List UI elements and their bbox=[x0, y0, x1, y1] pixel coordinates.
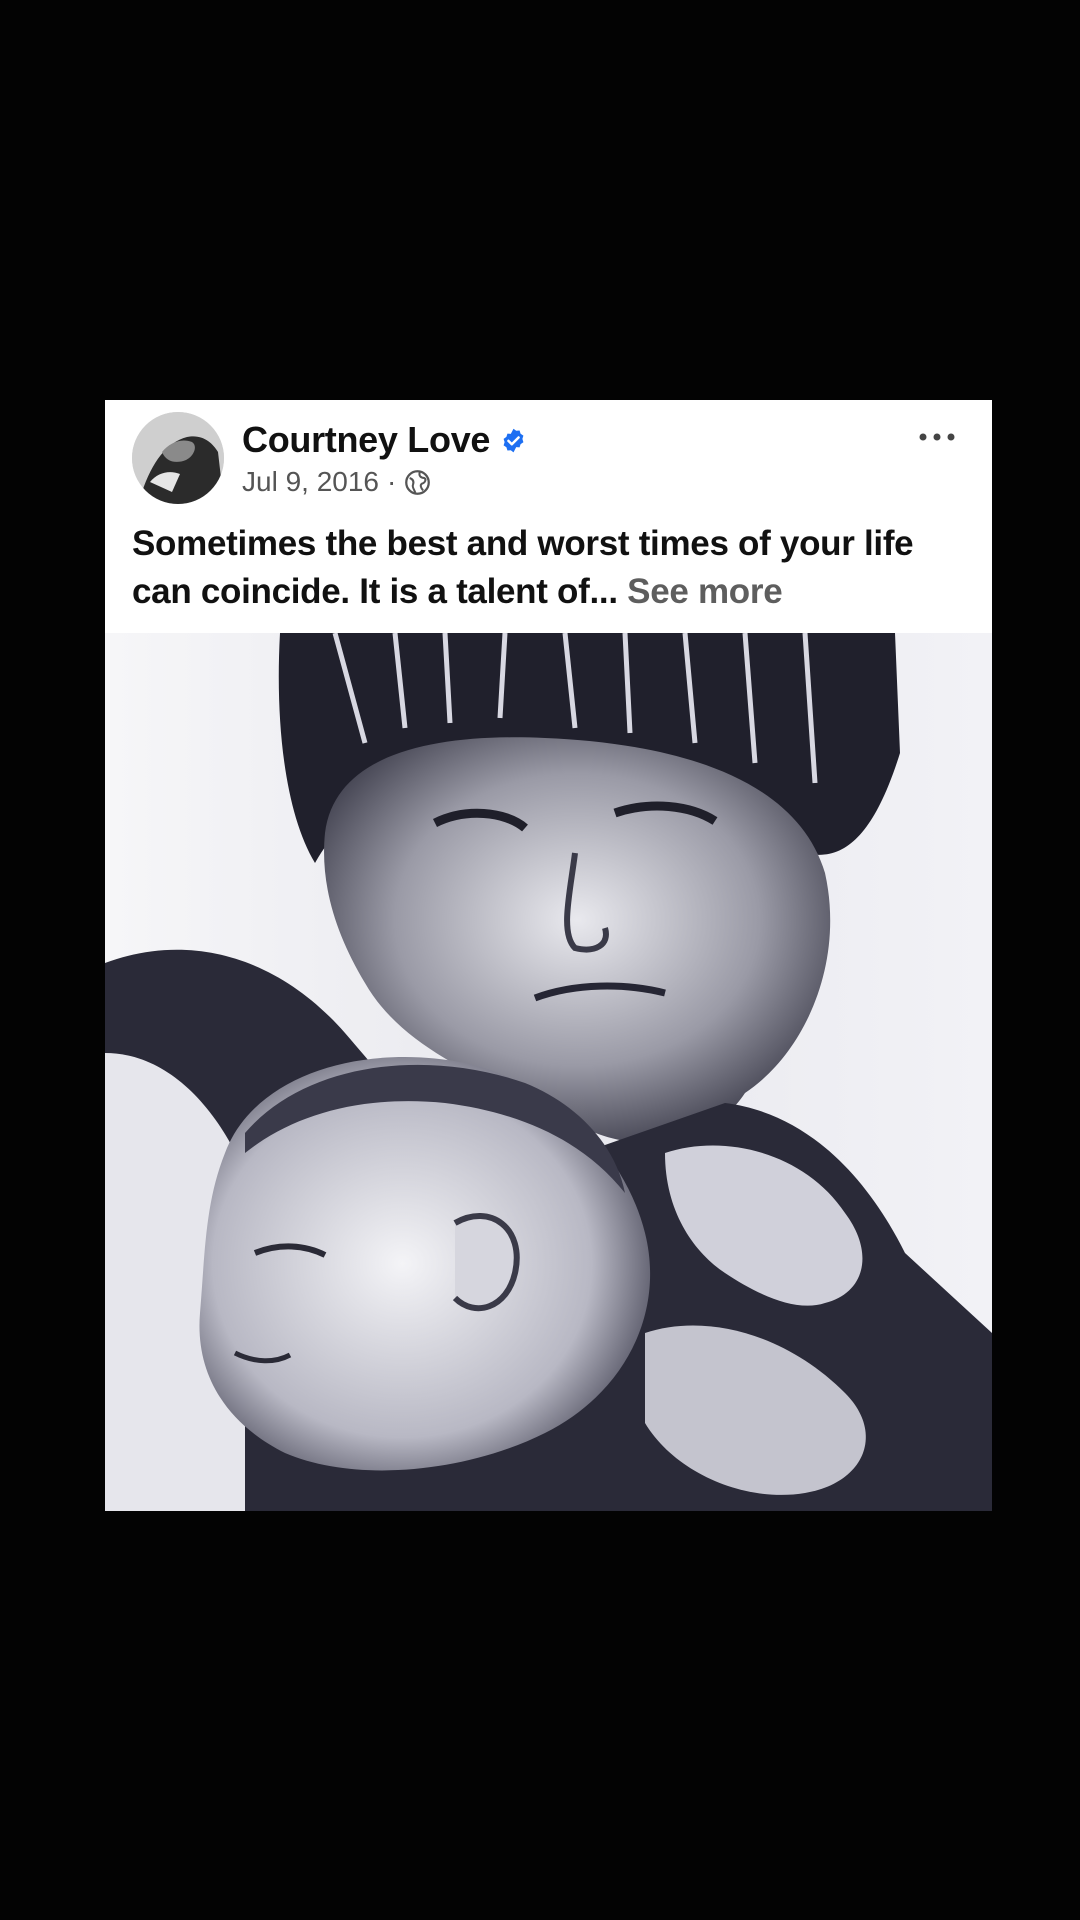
avatar[interactable] bbox=[132, 412, 224, 504]
photo-image bbox=[105, 633, 992, 1511]
meta-separator: · bbox=[387, 466, 397, 497]
more-options-button[interactable] bbox=[912, 422, 962, 452]
post-photo[interactable] bbox=[105, 633, 992, 1511]
verified-badge-icon bbox=[500, 427, 527, 454]
post-meta: Jul 9, 2016 · bbox=[242, 463, 431, 501]
author-name[interactable]: Courtney Love bbox=[242, 419, 490, 461]
screen: Courtney Love Jul 9, 2016 · Sometimes th… bbox=[0, 0, 1080, 1920]
post-caption: Sometimes the best and worst times of yo… bbox=[132, 520, 972, 616]
author-row: Courtney Love bbox=[242, 417, 527, 463]
post-card: Courtney Love Jul 9, 2016 · Sometimes th… bbox=[105, 400, 992, 1511]
more-options-icon bbox=[919, 433, 955, 441]
post-date[interactable]: Jul 9, 2016 bbox=[242, 466, 379, 498]
globe-icon bbox=[404, 469, 431, 496]
caption-text: Sometimes the best and worst times of yo… bbox=[132, 524, 914, 611]
post-header: Courtney Love Jul 9, 2016 · bbox=[105, 400, 992, 515]
see-more-link[interactable]: See more bbox=[627, 572, 782, 611]
